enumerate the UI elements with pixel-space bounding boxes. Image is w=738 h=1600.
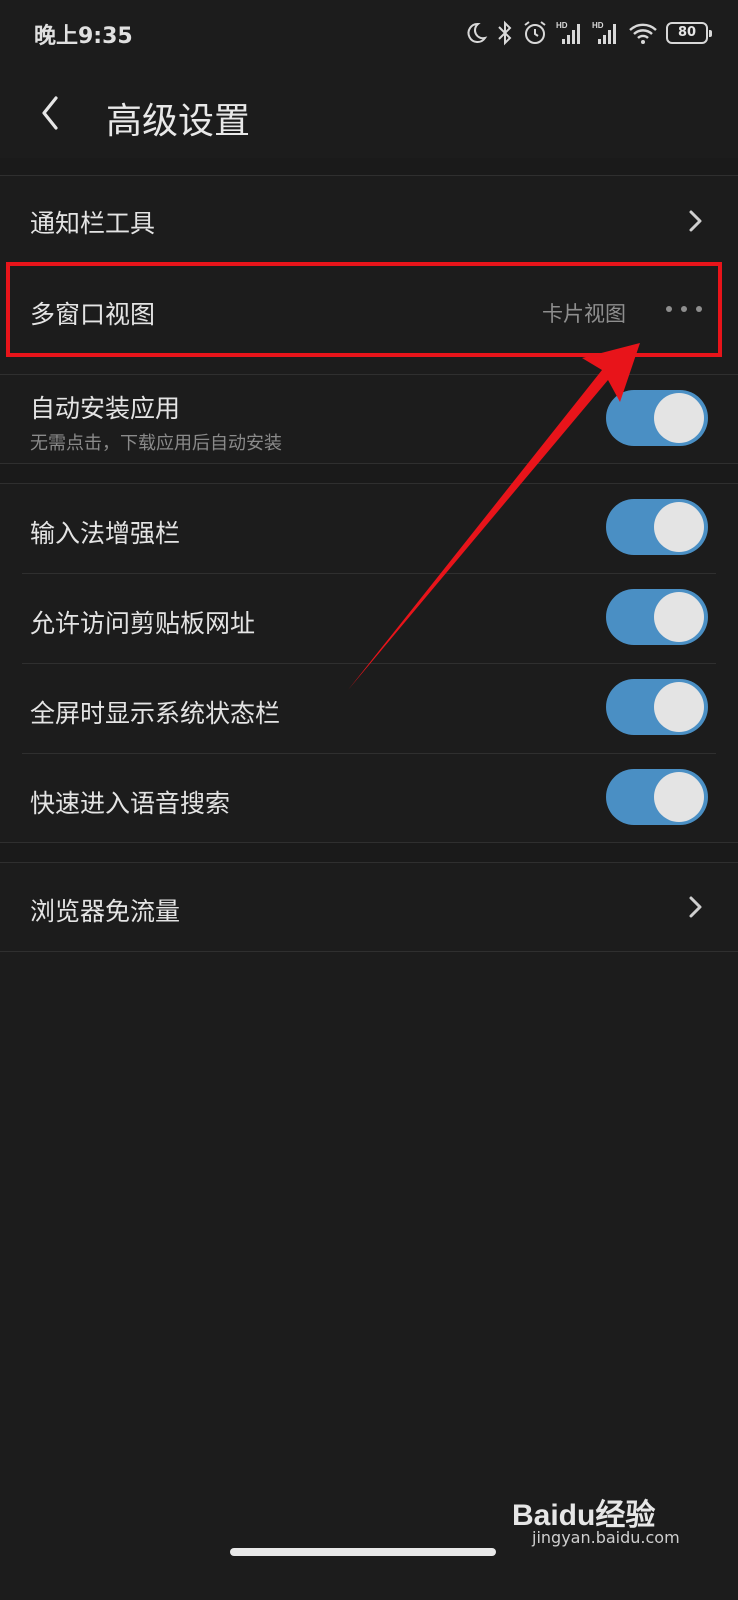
row-label: 通知栏工具 xyxy=(30,209,156,238)
svg-text:HD: HD xyxy=(556,21,568,30)
more-icon xyxy=(666,304,702,314)
chevron-right-icon xyxy=(689,210,702,232)
watermark-url: jingyan.baidu.com xyxy=(532,1528,680,1547)
fullscreen-statusbar-toggle[interactable] xyxy=(606,679,708,735)
row-label: 允许访问剪贴板网址 xyxy=(30,609,256,638)
section-gap xyxy=(0,158,738,175)
battery-icon: 80 xyxy=(666,22,712,44)
row-description: 无需点击，下载应用后自动安装 xyxy=(30,433,282,454)
row-value: 卡片视图 xyxy=(542,302,626,326)
status-time: 晚上9:35 xyxy=(34,24,133,49)
chevron-right-icon xyxy=(689,896,702,918)
page-title: 高级设置 xyxy=(106,101,251,142)
section-gap xyxy=(0,843,738,862)
divider xyxy=(0,951,738,952)
row-label: 自动安装应用 xyxy=(30,394,181,423)
row-label: 输入法增强栏 xyxy=(30,519,181,548)
row-label: 浏览器免流量 xyxy=(30,897,181,926)
status-icons: HD HD 80 xyxy=(464,18,712,48)
toggle-knob xyxy=(654,502,704,552)
section-gap xyxy=(0,464,738,483)
auto-install-toggle[interactable] xyxy=(606,390,708,446)
toggle-knob xyxy=(654,772,704,822)
voice-search-toggle[interactable] xyxy=(606,769,708,825)
wifi-icon xyxy=(629,23,657,44)
svg-text:HD: HD xyxy=(592,21,604,30)
toggle-knob xyxy=(654,682,704,732)
chevron-left-icon[interactable] xyxy=(32,88,72,138)
settings-row-voice-search: 快速进入语音搜索 xyxy=(0,754,738,842)
settings-row-clipboard-url: 允许访问剪贴板网址 xyxy=(0,574,738,663)
settings-row-input-bar: 输入法增强栏 xyxy=(0,484,738,573)
row-label: 多窗口视图 xyxy=(30,300,156,329)
settings-row-auto-install: 自动安装应用 无需点击，下载应用后自动安装 xyxy=(0,375,738,463)
signal-hd-icon: HD xyxy=(556,21,580,44)
settings-row-data-free[interactable]: 浏览器免流量 xyxy=(0,863,738,951)
settings-row-notification-tools[interactable]: 通知栏工具 xyxy=(0,176,738,264)
signal-hd-icon: HD xyxy=(592,21,616,44)
input-bar-toggle[interactable] xyxy=(606,499,708,555)
moon-icon xyxy=(467,22,488,43)
settings-row-multi-window[interactable]: 多窗口视图 卡片视图 xyxy=(0,264,738,374)
row-label: 全屏时显示系统状态栏 xyxy=(30,699,281,728)
row-label: 快速进入语音搜索 xyxy=(30,789,231,818)
battery-level: 80 xyxy=(677,25,697,40)
bluetooth-icon xyxy=(498,20,512,46)
baidu-watermark: Baidu经验 jingyan.baidu.com xyxy=(512,1490,702,1550)
settings-row-fullscreen-statusbar: 全屏时显示系统状态栏 xyxy=(0,664,738,753)
clipboard-url-toggle[interactable] xyxy=(606,589,708,645)
header: 高级设置 xyxy=(0,68,738,158)
alarm-icon xyxy=(524,21,546,44)
toggle-knob xyxy=(654,393,704,443)
status-bar: 晚上9:35 HD HD 80 xyxy=(0,0,738,68)
home-indicator[interactable] xyxy=(230,1548,496,1556)
toggle-knob xyxy=(654,592,704,642)
